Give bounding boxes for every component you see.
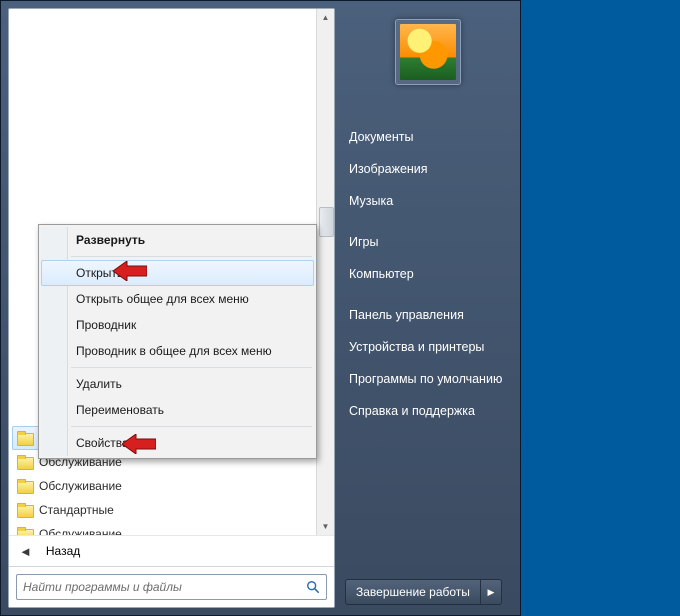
start-right-pane: ДокументыИзображенияМузыка ИгрыКомпьютер П… xyxy=(335,1,520,615)
right-pane-link[interactable]: Панель управления xyxy=(335,299,520,331)
right-pane-link[interactable]: Справка и поддержка xyxy=(335,395,520,427)
scroll-down-button[interactable]: ▼ xyxy=(317,518,334,535)
folder-icon xyxy=(17,527,33,535)
context-menu-item[interactable]: Открыть xyxy=(41,260,314,286)
context-menu-item[interactable]: Проводник в общее для всех меню xyxy=(41,338,314,364)
shutdown-button[interactable]: Завершение работы ▶ xyxy=(345,579,502,605)
search-icon[interactable] xyxy=(300,575,326,599)
spacer xyxy=(335,217,520,226)
context-menu-item[interactable]: Свойства xyxy=(41,430,314,456)
back-row[interactable]: ◄ Назад xyxy=(9,535,334,566)
context-menu: Развернуть ОткрытьОткрыть общее для всех … xyxy=(38,224,317,459)
context-menu-item[interactable]: Проводник xyxy=(41,312,314,338)
desktop: АвтозагрузкаОбслуживаниеОбслуживаниеСтан… xyxy=(0,0,680,616)
search-input[interactable]: Найти программы и файлы xyxy=(16,574,327,600)
back-label: Назад xyxy=(46,544,80,558)
shutdown-row: Завершение работы ▶ xyxy=(335,579,520,605)
right-pane-link[interactable]: Игры xyxy=(335,226,520,258)
program-folder-item[interactable]: Обслуживание xyxy=(12,474,314,498)
context-menu-item[interactable]: Удалить xyxy=(41,371,314,397)
shutdown-options-dropdown[interactable]: ▶ xyxy=(480,580,501,604)
context-menu-separator xyxy=(71,367,312,368)
scroll-thumb[interactable] xyxy=(319,207,334,237)
spacer xyxy=(335,290,520,299)
context-menu-separator xyxy=(71,426,312,427)
right-pane-link[interactable]: Устройства и принтеры xyxy=(335,331,520,363)
red-arrow-annotation xyxy=(122,434,156,454)
back-arrow-icon: ◄ xyxy=(19,544,32,559)
context-menu-item[interactable]: Переименовать xyxy=(41,397,314,423)
scrollbar[interactable]: ▲ ▼ xyxy=(316,9,334,535)
context-menu-item[interactable]: Развернуть xyxy=(41,227,314,253)
right-pane-link[interactable]: Документы xyxy=(335,121,520,153)
folder-icon xyxy=(17,503,33,517)
shutdown-label: Завершение работы xyxy=(346,580,480,604)
program-folder-item[interactable]: Стандартные xyxy=(12,498,314,522)
program-label: Обслуживание xyxy=(39,527,122,535)
search-placeholder: Найти программы и файлы xyxy=(17,580,300,594)
program-folder-item[interactable]: Обслуживание xyxy=(12,522,314,535)
context-menu-separator xyxy=(71,256,312,257)
folder-icon xyxy=(17,431,33,445)
program-label: Стандартные xyxy=(39,503,114,517)
user-avatar xyxy=(395,19,461,85)
right-pane-link[interactable]: Компьютер xyxy=(335,258,520,290)
context-menu-item[interactable]: Открыть общее для всех меню xyxy=(41,286,314,312)
program-label: Обслуживание xyxy=(39,479,122,493)
right-pane-link[interactable]: Изображения xyxy=(335,153,520,185)
search-row: Найти программы и файлы xyxy=(9,566,334,607)
right-pane-link[interactable]: Программы по умолчанию xyxy=(335,363,520,395)
right-pane-link[interactable]: Музыка xyxy=(335,185,520,217)
red-arrow-annotation xyxy=(113,261,147,281)
flower-icon xyxy=(400,24,456,80)
user-avatar-frame[interactable] xyxy=(335,19,520,85)
folder-icon xyxy=(17,479,33,493)
folder-icon xyxy=(17,455,33,469)
scroll-up-button[interactable]: ▲ xyxy=(317,9,334,26)
